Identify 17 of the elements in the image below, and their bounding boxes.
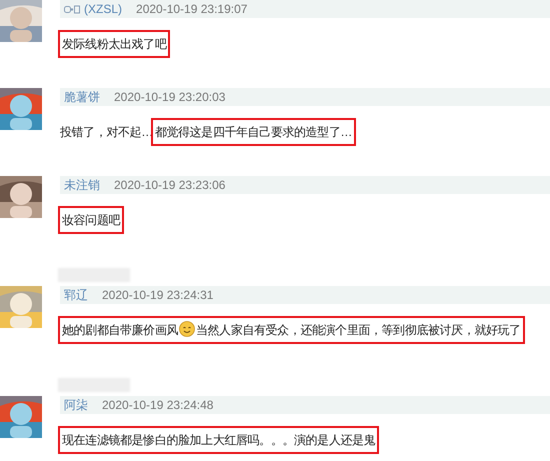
username[interactable]: 脆薯饼 [64,88,100,106]
link-icon [64,4,80,14]
username[interactable]: 郓辽 [64,286,88,304]
username[interactable]: 阿柒 [64,396,88,414]
username[interactable]: (XZSL) [84,0,122,18]
timestamp: 2020-10-19 23:24:31 [102,287,214,304]
highlighted-comment-text: 她的剧都自带廉价画风 当然人家自有受众，还能演个里面，等到彻底被讨厌，就好玩了 [58,316,525,344]
highlighted-comment-text: 发际线粉太出戏了吧 [58,30,170,58]
highlighted-comment-text: 妆容问题吧 [58,206,124,234]
highlighted-comment-text: 现在连滤镜都是惨白的脸加上大红唇吗。。。演的是人还是鬼 [58,426,380,454]
timestamp: 2020-10-19 23:20:03 [114,89,226,106]
smiley-icon [179,321,196,337]
username[interactable]: 未注销 [64,176,100,194]
timestamp: 2020-10-19 23:19:07 [136,1,248,18]
highlighted-comment-text: 都觉得这是四千年自己要求的造型了… [150,118,356,146]
timestamp: 2020-10-19 23:24:48 [102,397,214,414]
timestamp: 2020-10-19 23:23:06 [114,177,226,194]
